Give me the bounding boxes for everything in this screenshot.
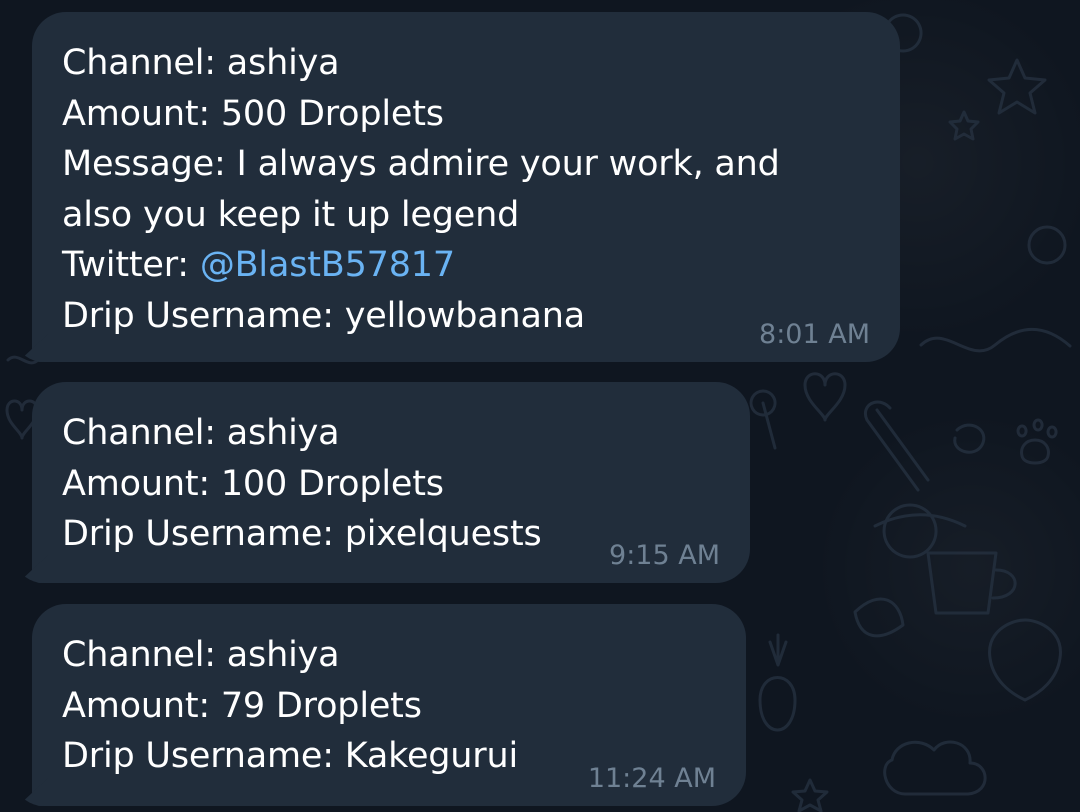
twitter-label: Twitter: [62, 245, 200, 285]
message-line-continued: also you keep it up legend [62, 194, 520, 235]
twitter-line: Twitter: @BlastB57817 [62, 240, 870, 291]
cloud-doodle [883, 740, 987, 796]
star-doodle-bottom [791, 778, 829, 812]
channel-line: Channel: ashiya [62, 635, 340, 675]
bubble-tail [18, 555, 48, 583]
candy-doodle [863, 400, 930, 492]
channel-line: Channel: ashiya [62, 43, 340, 83]
pineapple-doodle [758, 633, 797, 732]
message-timestamp: 8:01 AM [759, 319, 870, 350]
message-line: Message: I always admire your work, and [62, 144, 780, 184]
bubble-doodle [1027, 225, 1067, 265]
star-doodle [987, 58, 1047, 115]
message-timestamp: 11:24 AM [587, 763, 716, 794]
heart-doodle [803, 372, 847, 422]
drip-username-line: Drip Username: yellowbanana [62, 295, 586, 336]
mug-doodle [926, 551, 1017, 615]
leaf-doodle [853, 597, 905, 638]
lollipop-doodle [749, 389, 777, 450]
channel-line: Channel: ashiya [62, 413, 340, 453]
message-bubble-1[interactable]: Channel: ashiya Amount: 500 Droplets Mes… [32, 12, 900, 362]
amount-line: Amount: 500 Droplets [62, 93, 444, 134]
wave-doodle [919, 327, 1072, 353]
star-doodle-small [948, 110, 980, 141]
paw-doodle [1016, 418, 1058, 465]
twirl-doodle [953, 423, 986, 454]
strawberry-doodle [988, 618, 1062, 702]
twitter-handle-link[interactable]: @BlastB57817 [200, 245, 455, 285]
message-timestamp: 9:15 AM [609, 540, 720, 571]
bubble-tail [18, 334, 48, 362]
planet-doodle [873, 503, 967, 559]
amount-line: Amount: 100 Droplets [62, 463, 444, 504]
message-bubble-3[interactable]: Channel: ashiya Amount: 79 Droplets Drip… [32, 604, 746, 806]
message-bubble-2[interactable]: Channel: ashiya Amount: 100 Droplets Dri… [32, 382, 750, 583]
amount-line: Amount: 79 Droplets [62, 685, 422, 726]
bubble-tail [18, 778, 48, 806]
